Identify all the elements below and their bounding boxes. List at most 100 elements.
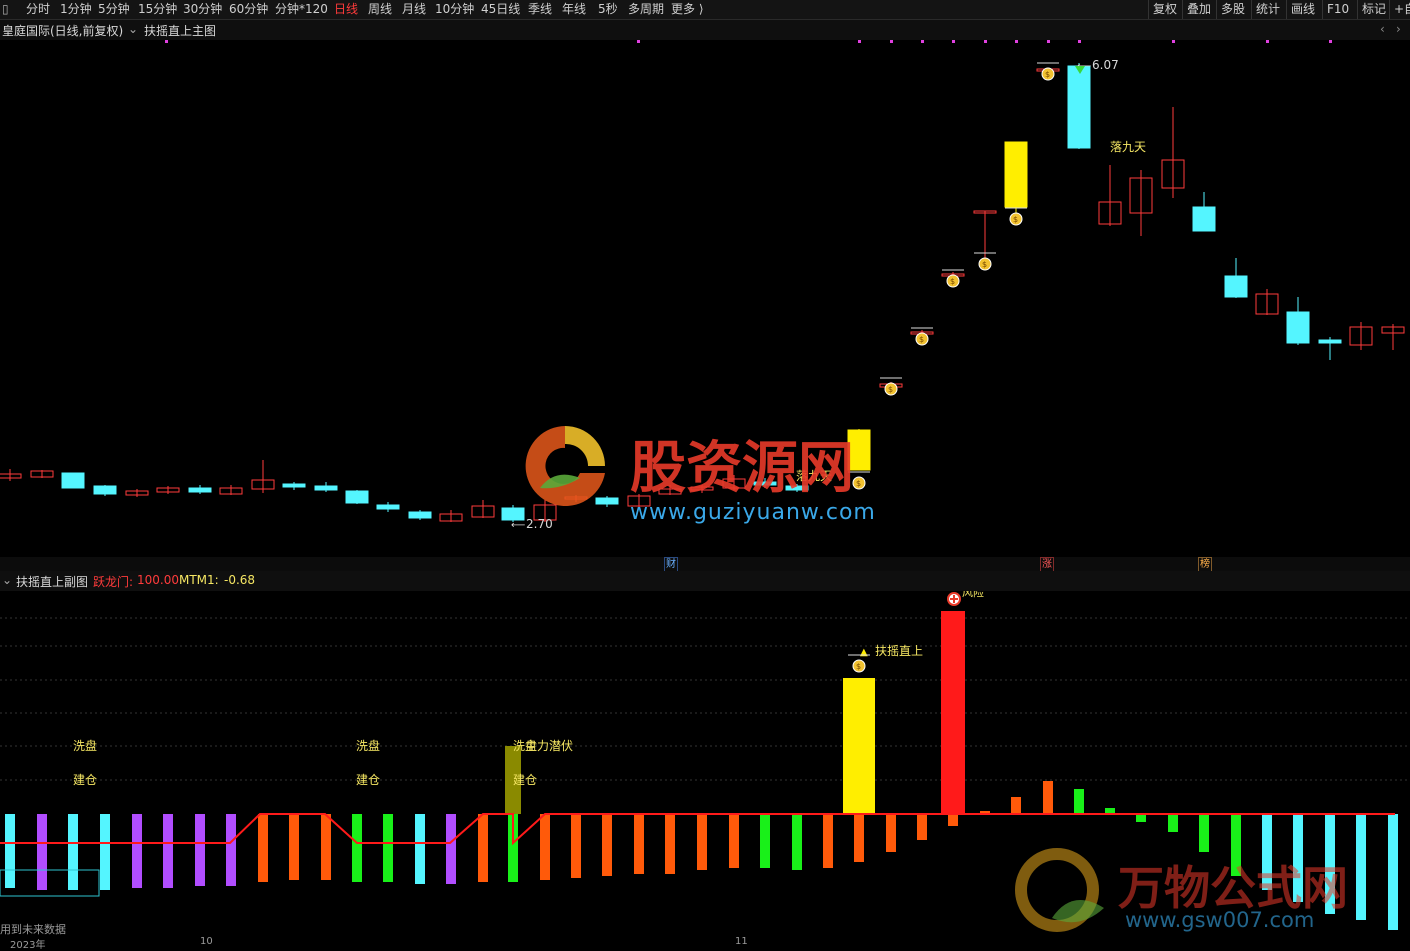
high-price-label: 6.07 [1092, 58, 1119, 72]
chevron-right-icon[interactable]: › [1396, 22, 1401, 36]
event-marker-1[interactable]: 涨 [1040, 557, 1054, 572]
indicator-bar-7 [226, 814, 236, 886]
candle-body-41 [1318, 339, 1342, 344]
candle-body-40 [1286, 311, 1310, 344]
candle-33 [1067, 63, 1091, 149]
top-marker-5 [952, 40, 955, 43]
candle-0 [0, 469, 22, 481]
watermark-logo-1 [510, 418, 620, 512]
period-tab-3[interactable]: 15分钟 [138, 1, 177, 17]
indicator-bar-19 [571, 814, 581, 878]
period-tab-4[interactable]: 30分钟 [183, 1, 222, 17]
candle-5 [156, 486, 180, 494]
candle-37 [1192, 192, 1216, 232]
xipan-label-1: 洗盘 [73, 738, 97, 753]
candle-body-13 [408, 511, 432, 519]
candle-1 [30, 470, 54, 478]
sub-indicator-dropdown-icon[interactable]: ⌄ [2, 573, 12, 587]
indicator-bar-24 [729, 814, 739, 868]
metric1-label: 跃龙门: [93, 575, 134, 589]
period-tab-1[interactable]: 1分钟 [60, 1, 92, 17]
main-indicator-name[interactable]: 扶摇直上主图 [144, 22, 216, 39]
indicator-bar-5 [163, 814, 173, 888]
indicator-bar-0 [5, 814, 15, 888]
indicator-bar-23 [697, 814, 707, 870]
watermark-1-url: www.guziyuanw.com [630, 500, 876, 525]
sub-chart-header: ⌄ 扶摇直上副图 跃龙门: 100.00 MTM1: -0.68 [0, 571, 1410, 591]
metric2-label: MTM1: [179, 573, 219, 587]
panel-toggle-icon[interactable]: ▯ [2, 1, 9, 17]
top-marker-6 [984, 40, 987, 43]
candle-43 [1381, 324, 1405, 350]
toolbar-button-5[interactable]: F10 [1327, 1, 1349, 17]
candle-body-3 [93, 485, 117, 495]
luojiutian-label-1: 落九天 [1110, 140, 1146, 154]
toolbar-separator [1322, 0, 1323, 19]
indicator-bar-8 [258, 814, 268, 882]
period-tab-14[interactable]: 5秒 [598, 1, 618, 17]
indicator-bar-11 [352, 814, 362, 882]
toolbar-button-4[interactable]: 画线 [1291, 1, 1315, 17]
period-tab-2[interactable]: 5分钟 [98, 1, 130, 17]
period-tab-10[interactable]: 10分钟 [435, 1, 474, 17]
watermark-2-url: www.gsw007.com [1125, 908, 1315, 932]
period-tab-12[interactable]: 季线 [528, 1, 552, 17]
candle-body-2 [61, 472, 85, 489]
period-tab-6[interactable]: 分钟*120 [275, 1, 328, 17]
jiancang-label-3: 建仓 [513, 773, 537, 787]
indicator-bar-4 [132, 814, 142, 888]
toolbar-button-1[interactable]: 叠加 [1187, 1, 1211, 17]
xipan-label-2: 洗盘 [356, 738, 380, 753]
period-tab-13[interactable]: 年线 [562, 1, 586, 17]
indicator-bar-31 [917, 814, 927, 840]
indicator-bar-40 [1168, 814, 1178, 832]
toolbar-button-3[interactable]: 统计 [1256, 1, 1280, 17]
candle-body-33 [1067, 65, 1091, 149]
indicator-dropdown-icon[interactable]: ⌄ [128, 22, 138, 36]
indicator-bar-36 [1043, 781, 1053, 814]
low-price-label: 2.70 [526, 517, 553, 531]
candle-body-9 [282, 483, 306, 488]
indicator-bar-28 [843, 678, 875, 814]
toolbar-separator [1251, 0, 1252, 19]
axis-label-oct: 10 [200, 936, 213, 947]
period-toolbar: ▯ 分时 1分钟 5分钟 15分钟 30分钟 60分钟 分钟*120 日线 周线 月线 10分钟 45… [0, 0, 1410, 20]
fuyao-label: 扶摇直上 [875, 643, 923, 658]
zhulichuifu-label: 主力潜伏 [525, 739, 573, 753]
period-tab-15[interactable]: 多周期 [628, 1, 664, 17]
top-marker-10 [1172, 40, 1175, 43]
toolbar-button-2[interactable]: 多股 [1221, 1, 1245, 17]
period-tab-7[interactable]: 日线 [334, 1, 358, 17]
period-tab-16[interactable]: 更多 ⟩ [671, 1, 704, 17]
indicator-bar-39 [1136, 814, 1146, 822]
candle-41 [1318, 337, 1342, 360]
fuyao-triangle-icon: ▲ [860, 647, 868, 658]
indicator-bar-29 [854, 814, 864, 862]
indicator-bar-14 [446, 814, 456, 884]
candle-body-31 [1004, 141, 1028, 208]
candle-38 [1224, 258, 1248, 298]
candle-31 [1004, 141, 1028, 215]
period-tab-8[interactable]: 周线 [368, 1, 392, 17]
toolbar-separator [1182, 0, 1183, 19]
indicator-bar-26 [792, 814, 802, 870]
indicator-bar-6 [195, 814, 205, 886]
candle-39 [1255, 289, 1279, 315]
indicator-bar-15 [478, 814, 488, 882]
candle-15 [471, 500, 495, 518]
period-tab-0[interactable]: 分时 [26, 1, 50, 17]
period-tab-5[interactable]: 60分钟 [229, 1, 268, 17]
indicator-bar-3 [100, 814, 110, 890]
candle-body-37 [1192, 206, 1216, 232]
toolbar-button-0[interactable]: 复权 [1153, 1, 1177, 17]
event-marker-0[interactable]: 财 [664, 557, 678, 572]
toolbar-button-6[interactable]: 标记 [1362, 1, 1386, 17]
period-tab-11[interactable]: 45日线 [481, 1, 520, 17]
chevron-left-icon[interactable]: ‹ [1380, 22, 1385, 36]
period-tab-9[interactable]: 月线 [402, 1, 426, 17]
toolbar-button-7[interactable]: +自 [1394, 1, 1410, 17]
logo-leaf-icon [1015, 848, 1104, 932]
sub-indicator-name[interactable]: 扶摇直上副图 [16, 573, 88, 590]
main-chart-header: 皇庭国际(日线,前复权) ⌄ 扶摇直上主图 ‹ › [0, 20, 1410, 40]
event-marker-2[interactable]: 榜 [1198, 557, 1212, 572]
